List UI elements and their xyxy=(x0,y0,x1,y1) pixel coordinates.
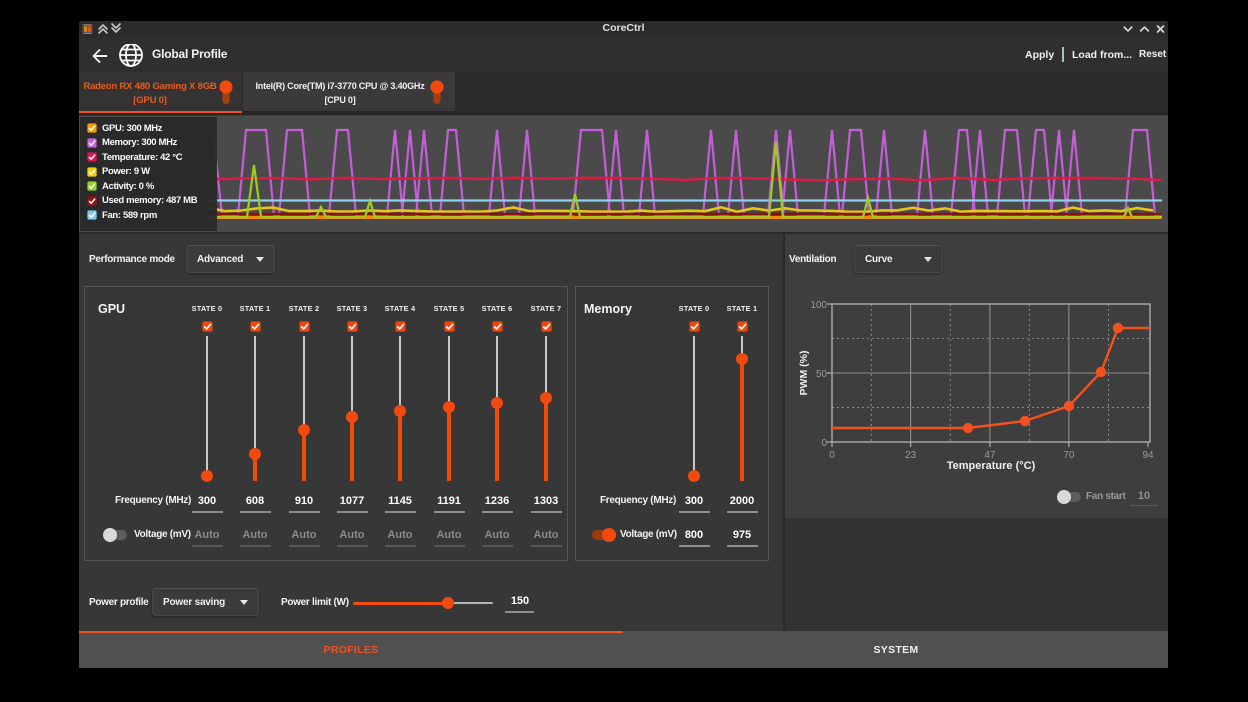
svg-text:23: 23 xyxy=(905,450,917,461)
svg-text:100: 100 xyxy=(810,300,827,311)
svg-text:Temperature (°C): Temperature (°C) xyxy=(947,460,1036,472)
svg-text:70: 70 xyxy=(1063,450,1075,461)
svg-text:0: 0 xyxy=(821,438,827,449)
svg-text:PWM (%): PWM (%) xyxy=(798,351,810,396)
svg-text:50: 50 xyxy=(816,369,828,380)
svg-text:94: 94 xyxy=(1142,450,1154,461)
svg-text:0: 0 xyxy=(829,450,835,461)
